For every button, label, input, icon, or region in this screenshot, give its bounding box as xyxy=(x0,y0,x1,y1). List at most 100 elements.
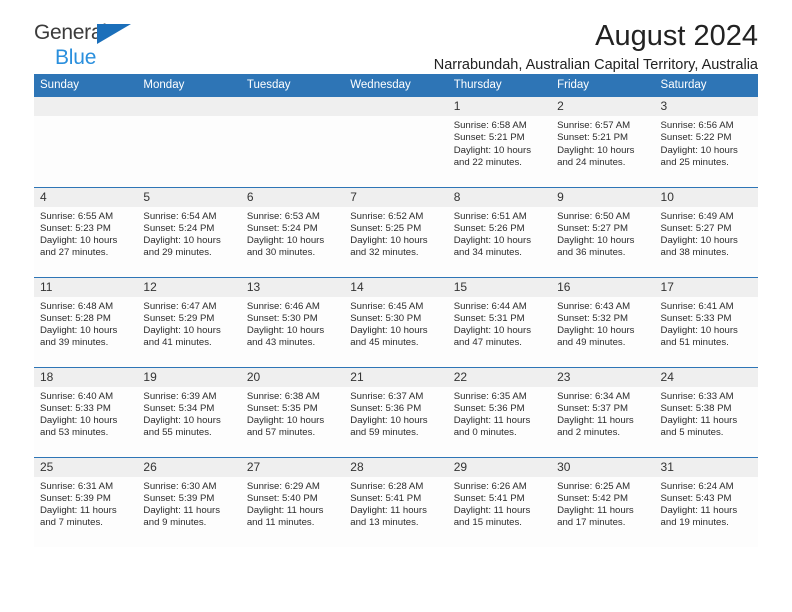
day-number: 1 xyxy=(447,97,552,116)
calendar-day-cell[interactable]: 10 Sunrise: 6:49 AM Sunset: 5:27 PM Dayligh… xyxy=(654,186,758,277)
calendar-day-cell[interactable]: 28 Sunrise: 6:28 AM Sunset: 5:41 PM Dayligh… xyxy=(344,456,448,547)
day-sun-info: Sunrise: 6:46 AM Sunset: 5:30 PM Daylight:… xyxy=(241,297,344,350)
daylight-text-minutes: and 22 minutes. xyxy=(453,156,522,168)
sunset-text: Sunset: 5:34 PM xyxy=(143,402,215,414)
calendar-day-cell[interactable]: 11 Sunrise: 6:48 AM Sunset: 5:28 PM Dayligh… xyxy=(34,276,138,367)
calendar-day-cell[interactable]: 13 Sunrise: 6:46 AM Sunset: 5:30 PM Dayligh… xyxy=(240,276,345,367)
calendar-day-cell[interactable]: 24 Sunrise: 6:33 AM Sunset: 5:38 PM Dayligh… xyxy=(654,366,758,457)
sunset-text: Sunset: 5:23 PM xyxy=(40,222,111,234)
calendar-day-cell[interactable]: 20 Sunrise: 6:38 AM Sunset: 5:35 PM Dayligh… xyxy=(240,366,345,457)
day-number: 30 xyxy=(551,457,655,477)
sunrise-text: Sunrise: 6:28 AM xyxy=(350,480,424,492)
daylight-text-hours: Daylight: 10 hours xyxy=(143,235,221,247)
calendar-day-cell[interactable]: 21 Sunrise: 6:37 AM Sunset: 5:36 PM Dayligh… xyxy=(344,366,448,457)
calendar-day-cell[interactable]: 25 Sunrise: 6:31 AM Sunset: 5:39 PM Dayligh… xyxy=(34,456,138,547)
day-sun-info: Sunrise: 6:39 AM Sunset: 5:34 PM Daylight:… xyxy=(137,387,240,440)
day-number: 23 xyxy=(551,367,655,387)
day-sun-info: Sunrise: 6:40 AM Sunset: 5:33 PM Daylight:… xyxy=(34,387,137,440)
daylight-text-minutes: and 15 minutes. xyxy=(453,517,522,529)
triangle-flag-icon xyxy=(97,24,131,44)
day-sun-info: Sunrise: 6:29 AM Sunset: 5:40 PM Daylight:… xyxy=(241,477,344,530)
calendar-day-cell[interactable]: 26 Sunrise: 6:30 AM Sunset: 5:39 PM Dayligh… xyxy=(137,456,241,547)
sunset-text: Sunset: 5:40 PM xyxy=(246,492,318,504)
calendar-day-cell[interactable]: 22 Sunrise: 6:35 AM Sunset: 5:36 PM Dayligh… xyxy=(447,366,552,457)
daylight-text-minutes: and 36 minutes. xyxy=(557,247,626,259)
sunrise-text: Sunrise: 6:26 AM xyxy=(453,480,527,492)
daylight-text-minutes: and 5 minutes. xyxy=(660,427,724,439)
sunrise-text: Sunrise: 6:50 AM xyxy=(557,210,631,222)
calendar-week-row: 25 Sunrise: 6:31 AM Sunset: 5:39 PM Dayligh… xyxy=(34,456,758,547)
day-sun-info: Sunrise: 6:53 AM Sunset: 5:24 PM Daylight:… xyxy=(241,207,344,260)
sunset-text: Sunset: 5:35 PM xyxy=(246,402,318,414)
daylight-text-minutes: and 39 minutes. xyxy=(40,337,109,349)
day-number: 18 xyxy=(34,367,138,387)
calendar-day-cell[interactable]: 31 Sunrise: 6:24 AM Sunset: 5:43 PM Dayligh… xyxy=(654,456,758,547)
calendar-day-cell[interactable]: 17 Sunrise: 6:41 AM Sunset: 5:33 PM Dayligh… xyxy=(654,276,758,367)
day-number xyxy=(137,97,241,116)
daylight-text-minutes: and 53 minutes. xyxy=(40,427,109,439)
sunrise-text: Sunrise: 6:57 AM xyxy=(557,120,631,131)
daylight-text-hours: Daylight: 11 hours xyxy=(40,505,117,517)
calendar-day-cell[interactable]: 5 Sunrise: 6:54 AM Sunset: 5:24 PM Daylight… xyxy=(137,186,241,277)
day-number: 26 xyxy=(137,457,241,477)
calendar-day-cell[interactable]: 14 Sunrise: 6:45 AM Sunset: 5:30 PM Dayligh… xyxy=(344,276,448,367)
sunset-text: Sunset: 5:33 PM xyxy=(40,402,111,414)
calendar-day-cell[interactable]: 16 Sunrise: 6:43 AM Sunset: 5:32 PM Dayligh… xyxy=(551,276,655,367)
calendar-day-cell[interactable]: 7 Sunrise: 6:52 AM Sunset: 5:25 PM Daylight… xyxy=(344,186,448,277)
day-sun-info: Sunrise: 6:41 AM Sunset: 5:33 PM Daylight:… xyxy=(655,297,758,350)
sunrise-text: Sunrise: 6:52 AM xyxy=(350,210,424,222)
calendar-day-cell[interactable]: 18 Sunrise: 6:40 AM Sunset: 5:33 PM Dayligh… xyxy=(34,366,138,457)
sunset-text: Sunset: 5:37 PM xyxy=(557,402,629,414)
daylight-text-hours: Daylight: 10 hours xyxy=(246,325,325,337)
weekday-header-thursday: Thursday xyxy=(447,74,552,97)
day-sun-info: Sunrise: 6:54 AM Sunset: 5:24 PM Daylight:… xyxy=(137,207,240,260)
calendar-day-cell[interactable]: 6 Sunrise: 6:53 AM Sunset: 5:24 PM Daylight… xyxy=(240,186,345,277)
day-number: 24 xyxy=(654,367,758,387)
sunrise-text: Sunrise: 6:35 AM xyxy=(453,390,527,402)
calendar-page: General Blue August 2024 Narrabundah, Au… xyxy=(0,0,792,612)
day-sun-info: Sunrise: 6:49 AM Sunset: 5:27 PM Daylight:… xyxy=(655,207,758,260)
calendar-day-cell[interactable]: 15 Sunrise: 6:44 AM Sunset: 5:31 PM Dayligh… xyxy=(447,276,552,367)
calendar-day-cell[interactable]: 23 Sunrise: 6:34 AM Sunset: 5:37 PM Dayligh… xyxy=(551,366,655,457)
calendar-day-cell[interactable]: 8 Sunrise: 6:51 AM Sunset: 5:26 PM Daylight… xyxy=(447,186,552,277)
daylight-text-hours: Daylight: 10 hours xyxy=(40,325,118,337)
sunset-text: Sunset: 5:32 PM xyxy=(557,312,629,324)
daylight-text-hours: Daylight: 10 hours xyxy=(40,415,118,427)
calendar-day-cell[interactable]: 4 Sunrise: 6:55 AM Sunset: 5:23 PM Daylight… xyxy=(34,186,138,277)
daylight-text-minutes: and 41 minutes. xyxy=(143,337,212,349)
daylight-text-hours: Daylight: 10 hours xyxy=(557,325,635,337)
sunrise-text: Sunrise: 6:38 AM xyxy=(246,390,320,402)
calendar-day-cell[interactable]: 2 Sunrise: 6:57 AM Sunset: 5:21 PM Daylight… xyxy=(551,97,655,187)
sunset-text: Sunset: 5:36 PM xyxy=(453,402,525,414)
calendar-day-cell[interactable]: 1 Sunrise: 6:58 AM Sunset: 5:21 PM Daylight… xyxy=(447,97,552,187)
daylight-text-hours: Daylight: 10 hours xyxy=(453,325,532,337)
weekday-header-friday: Friday xyxy=(551,74,655,97)
calendar-day-cell[interactable]: 3 Sunrise: 6:56 AM Sunset: 5:22 PM Daylight… xyxy=(654,97,758,187)
day-number: 4 xyxy=(34,187,138,207)
daylight-text-hours: Daylight: 10 hours xyxy=(246,235,325,247)
day-number: 3 xyxy=(654,97,758,116)
sunrise-text: Sunrise: 6:24 AM xyxy=(660,480,734,492)
daylight-text-hours: Daylight: 11 hours xyxy=(453,505,531,517)
calendar-day-cell[interactable]: 9 Sunrise: 6:50 AM Sunset: 5:27 PM Daylight… xyxy=(551,186,655,277)
calendar-day-cell[interactable]: 30 Sunrise: 6:25 AM Sunset: 5:42 PM Dayligh… xyxy=(551,456,655,547)
daylight-text-minutes: and 27 minutes. xyxy=(40,247,109,259)
sunset-text: Sunset: 5:27 PM xyxy=(660,222,732,234)
day-sun-info: Sunrise: 6:51 AM Sunset: 5:26 PM Daylight:… xyxy=(448,207,551,260)
calendar-day-cell[interactable]: 29 Sunrise: 6:26 AM Sunset: 5:41 PM Dayligh… xyxy=(447,456,552,547)
day-sun-info: Sunrise: 6:31 AM Sunset: 5:39 PM Daylight:… xyxy=(34,477,137,530)
calendar-day-cell[interactable]: 27 Sunrise: 6:29 AM Sunset: 5:40 PM Dayligh… xyxy=(240,456,345,547)
general-blue-logo[interactable]: General Blue xyxy=(34,22,164,72)
day-sun-info: Sunrise: 6:45 AM Sunset: 5:30 PM Daylight:… xyxy=(344,297,447,350)
daylight-text-hours: Daylight: 11 hours xyxy=(557,415,634,427)
sunrise-text: Sunrise: 6:25 AM xyxy=(557,480,631,492)
day-sun-info: Sunrise: 6:44 AM Sunset: 5:31 PM Daylight:… xyxy=(448,297,551,350)
sunset-text: Sunset: 5:24 PM xyxy=(143,222,215,234)
sunset-text: Sunset: 5:30 PM xyxy=(350,312,422,324)
calendar-day-cell[interactable]: 12 Sunrise: 6:47 AM Sunset: 5:29 PM Dayligh… xyxy=(137,276,241,367)
sunset-text: Sunset: 5:36 PM xyxy=(350,402,422,414)
day-number: 19 xyxy=(137,367,241,387)
daylight-text-minutes: and 57 minutes. xyxy=(246,427,316,439)
daylight-text-minutes: and 51 minutes. xyxy=(660,337,729,349)
calendar-day-cell[interactable]: 19 Sunrise: 6:39 AM Sunset: 5:34 PM Dayligh… xyxy=(137,366,241,457)
